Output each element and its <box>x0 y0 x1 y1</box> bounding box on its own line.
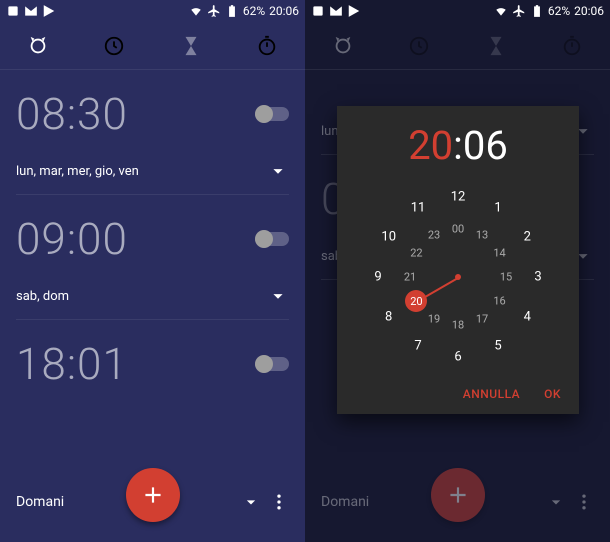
app-icon <box>311 4 325 18</box>
alarm-time[interactable]: 08:30 <box>16 88 128 140</box>
hour-5[interactable]: 5 <box>494 339 501 354</box>
tab-clock[interactable] <box>76 35 152 57</box>
airplane-icon <box>207 4 221 18</box>
hour-10[interactable]: 10 <box>381 230 396 245</box>
hour-7[interactable]: 7 <box>414 339 421 354</box>
hour-2[interactable]: 2 <box>524 230 531 245</box>
hour-9[interactable]: 9 <box>374 270 381 285</box>
battery-icon <box>530 4 544 18</box>
app-icon <box>6 4 20 18</box>
screen-left: 62% 20:06 08:30 lun, mar, mer, gio, ven … <box>0 0 305 542</box>
tab-alarm[interactable] <box>305 35 381 57</box>
battery-icon <box>225 4 239 18</box>
tab-timer[interactable] <box>153 35 229 57</box>
tabs <box>305 22 610 70</box>
footer-label: Domani <box>16 494 64 510</box>
statusbar: 62% 20:06 <box>305 0 610 22</box>
hour-21[interactable]: 21 <box>404 271 416 284</box>
chevron-down-icon[interactable] <box>267 285 289 307</box>
hour-22[interactable]: 22 <box>410 247 422 260</box>
alarm-item[interactable]: 09:00 sab, dom <box>0 195 305 320</box>
tab-alarm[interactable] <box>0 35 76 57</box>
hour-6[interactable]: 6 <box>454 350 461 365</box>
alarm-toggle[interactable] <box>255 232 289 246</box>
alarm-list: 08:30 lun, mar, mer, gio, ven 09:00 sab,… <box>0 70 305 390</box>
alarm-time[interactable]: 18:01 <box>16 338 128 390</box>
tab-clock[interactable] <box>381 35 457 57</box>
chevron-down-icon[interactable] <box>267 160 289 182</box>
tab-stopwatch[interactable] <box>534 35 610 57</box>
battery-pct: 62% <box>243 4 265 18</box>
clock-face[interactable]: 121234567891011001314151617181920212223 <box>358 177 558 377</box>
picker-time: 20:06 <box>337 106 579 177</box>
chevron-down-icon <box>546 492 566 512</box>
hour-19[interactable]: 19 <box>428 312 440 325</box>
alarm-time[interactable]: 09:00 <box>16 213 128 265</box>
hour-4[interactable]: 4 <box>524 310 531 325</box>
clock-center <box>455 274 461 280</box>
alarm-item[interactable]: 18:01 <box>0 320 305 390</box>
cancel-button[interactable]: ANNULLA <box>463 387 520 401</box>
clock-time: 20:06 <box>269 4 299 18</box>
alarm-days: sab, dom <box>16 289 69 304</box>
add-alarm-button[interactable] <box>126 468 180 522</box>
time-picker-dialog: 20:06 1212345678910110013141516171819202… <box>337 106 579 414</box>
wifi-icon <box>189 4 203 18</box>
add-alarm-button <box>431 468 485 522</box>
hour-15[interactable]: 15 <box>500 271 512 284</box>
tab-stopwatch[interactable] <box>229 35 305 57</box>
clock-time: 20:06 <box>574 4 604 18</box>
ok-button[interactable]: OK <box>544 387 561 401</box>
hour-23[interactable]: 23 <box>428 229 440 242</box>
hour-12[interactable]: 12 <box>451 190 466 205</box>
hour-1[interactable]: 1 <box>494 200 501 215</box>
alarm-days: lun, mar, mer, gio, ven <box>16 164 139 179</box>
hour-3[interactable]: 3 <box>534 270 541 285</box>
chevron-down-icon[interactable] <box>241 492 261 512</box>
hour-8[interactable]: 8 <box>385 310 392 325</box>
battery-pct: 62% <box>548 4 570 18</box>
footer-label: Domani <box>321 494 369 510</box>
play-icon <box>42 4 56 18</box>
hour-18[interactable]: 18 <box>452 319 464 332</box>
hour-13[interactable]: 13 <box>476 229 488 242</box>
hour-17[interactable]: 17 <box>476 312 488 325</box>
picker-hour[interactable]: 20 <box>408 122 453 169</box>
mail-icon <box>329 4 343 18</box>
tabs <box>0 22 305 70</box>
picker-minute[interactable]: 06 <box>463 122 508 169</box>
hour-00[interactable]: 00 <box>452 223 464 236</box>
mail-icon <box>24 4 38 18</box>
more-icon <box>574 492 594 512</box>
alarm-item[interactable]: 08:30 lun, mar, mer, gio, ven <box>0 70 305 195</box>
hour-14[interactable]: 14 <box>493 247 505 260</box>
more-icon[interactable] <box>269 492 289 512</box>
screen-right: 62% 20:06 lun, mar, mer, gio, ven 0 sab … <box>305 0 610 542</box>
hour-20[interactable]: 20 <box>405 290 427 312</box>
alarm-toggle[interactable] <box>255 107 289 121</box>
play-icon <box>347 4 361 18</box>
wifi-icon <box>494 4 508 18</box>
hour-11[interactable]: 11 <box>411 200 426 215</box>
statusbar: 62% 20:06 <box>0 0 305 22</box>
alarm-toggle[interactable] <box>255 357 289 371</box>
hour-16[interactable]: 16 <box>493 295 505 308</box>
airplane-icon <box>512 4 526 18</box>
tab-timer[interactable] <box>458 35 534 57</box>
